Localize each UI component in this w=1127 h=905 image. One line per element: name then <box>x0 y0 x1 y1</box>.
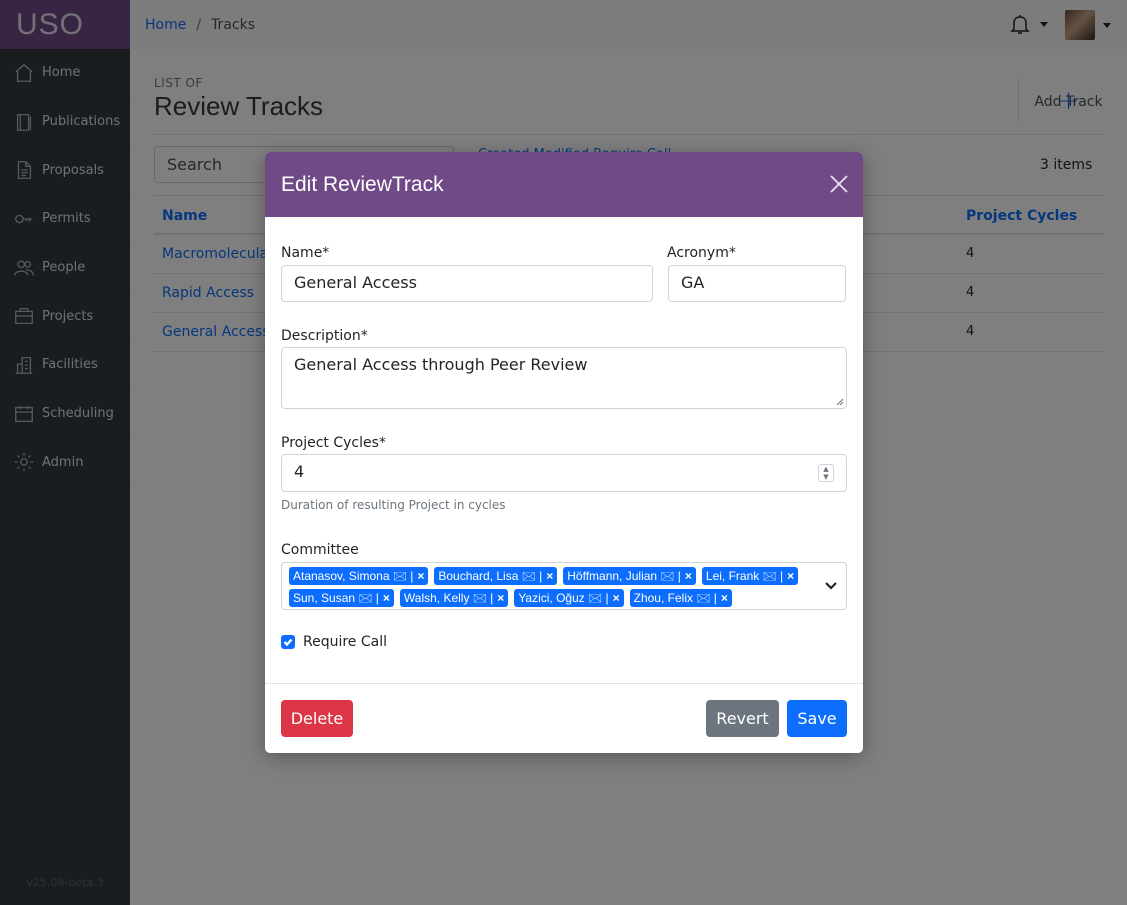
committee-member-chip: Atanasov, Simona 🖂 | × <box>289 567 429 585</box>
project-cycles-help: Duration of resulting Project in cycles <box>281 498 506 512</box>
remove-member-icon[interactable]: × <box>417 568 424 584</box>
committee-multiselect[interactable]: Atanasov, Simona 🖂 | × Bouchard, Lisa 🖂 | ×… <box>281 562 847 610</box>
description-text: General Access through Peer Review <box>294 355 588 374</box>
committee-member-chip: Sun, Susan 🖂 | × <box>289 589 394 607</box>
committee-member-name: Lei, Frank 🖂 | <box>705 569 784 583</box>
committee-member-chip: Yazici, Oğuz 🖂 | × <box>514 589 624 607</box>
committee-member-name: Höffmann, Julian 🖂 | <box>567 569 681 583</box>
modal-header: Edit ReviewTrack <box>265 152 863 217</box>
committee-member-chip: Höffmann, Julian 🖂 | × <box>563 567 696 585</box>
name-label: Name* <box>281 245 330 261</box>
chevron-down-icon[interactable] <box>824 579 838 593</box>
project-cycles-stepper[interactable]: 4 ▲ ▼ <box>281 454 847 492</box>
committee-member-name: Yazici, Oğuz 🖂 | <box>518 591 609 605</box>
committee-member-chip: Walsh, Kelly 🖂 | × <box>399 589 509 607</box>
require-call-label: Require Call <box>303 634 388 650</box>
name-field[interactable]: General Access <box>281 265 653 302</box>
modal-body: Name* General Access Acronym* GA Descrip… <box>265 217 863 683</box>
remove-member-icon[interactable]: × <box>787 568 794 584</box>
committee-member-name: Bouchard, Lisa 🖂 | <box>438 569 543 583</box>
close-icon[interactable] <box>829 174 849 194</box>
committee-member-name: Walsh, Kelly 🖂 | <box>403 591 494 605</box>
remove-member-icon[interactable]: × <box>685 568 692 584</box>
project-cycles-value: 4 <box>294 462 305 481</box>
delete-button[interactable]: Delete <box>281 700 353 737</box>
remove-member-icon[interactable]: × <box>383 590 390 606</box>
remove-member-icon[interactable]: × <box>497 590 504 606</box>
remove-member-icon[interactable]: × <box>546 568 553 584</box>
checkmark-icon <box>283 638 293 647</box>
require-call-checkbox-row[interactable]: Require Call <box>281 634 387 650</box>
save-button[interactable]: Save <box>787 700 847 737</box>
description-textarea[interactable]: General Access through Peer Review <box>281 347 847 409</box>
edit-review-track-modal: Edit ReviewTrack Name* General Access Ac… <box>265 152 863 753</box>
remove-member-icon[interactable]: × <box>613 590 620 606</box>
modal-title: Edit ReviewTrack <box>281 172 444 196</box>
stepper-arrows-icon[interactable]: ▲ ▼ <box>818 464 834 482</box>
committee-chips: Atanasov, Simona 🖂 | × Bouchard, Lisa 🖂 | ×… <box>286 566 806 610</box>
description-label: Description* <box>281 328 368 344</box>
acronym-label: Acronym* <box>667 245 736 261</box>
remove-member-icon[interactable]: × <box>721 590 728 606</box>
resize-handle-icon[interactable] <box>834 396 844 406</box>
committee-member-chip: Zhou, Felix 🖂 | × <box>629 589 732 607</box>
committee-member-name: Sun, Susan 🖂 | <box>293 591 379 605</box>
modal-footer: Delete Revert Save <box>265 683 863 753</box>
project-cycles-label: Project Cycles* <box>281 435 386 451</box>
require-call-checkbox[interactable] <box>281 635 295 649</box>
acronym-field[interactable]: GA <box>668 265 846 302</box>
committee-member-name: Zhou, Felix 🖂 | <box>633 591 717 605</box>
committee-label: Committee <box>281 542 359 558</box>
committee-member-chip: Bouchard, Lisa 🖂 | × <box>434 567 558 585</box>
revert-button[interactable]: Revert <box>706 700 779 737</box>
committee-member-chip: Lei, Frank 🖂 | × <box>701 567 799 585</box>
committee-member-name: Atanasov, Simona 🖂 | <box>293 569 414 583</box>
